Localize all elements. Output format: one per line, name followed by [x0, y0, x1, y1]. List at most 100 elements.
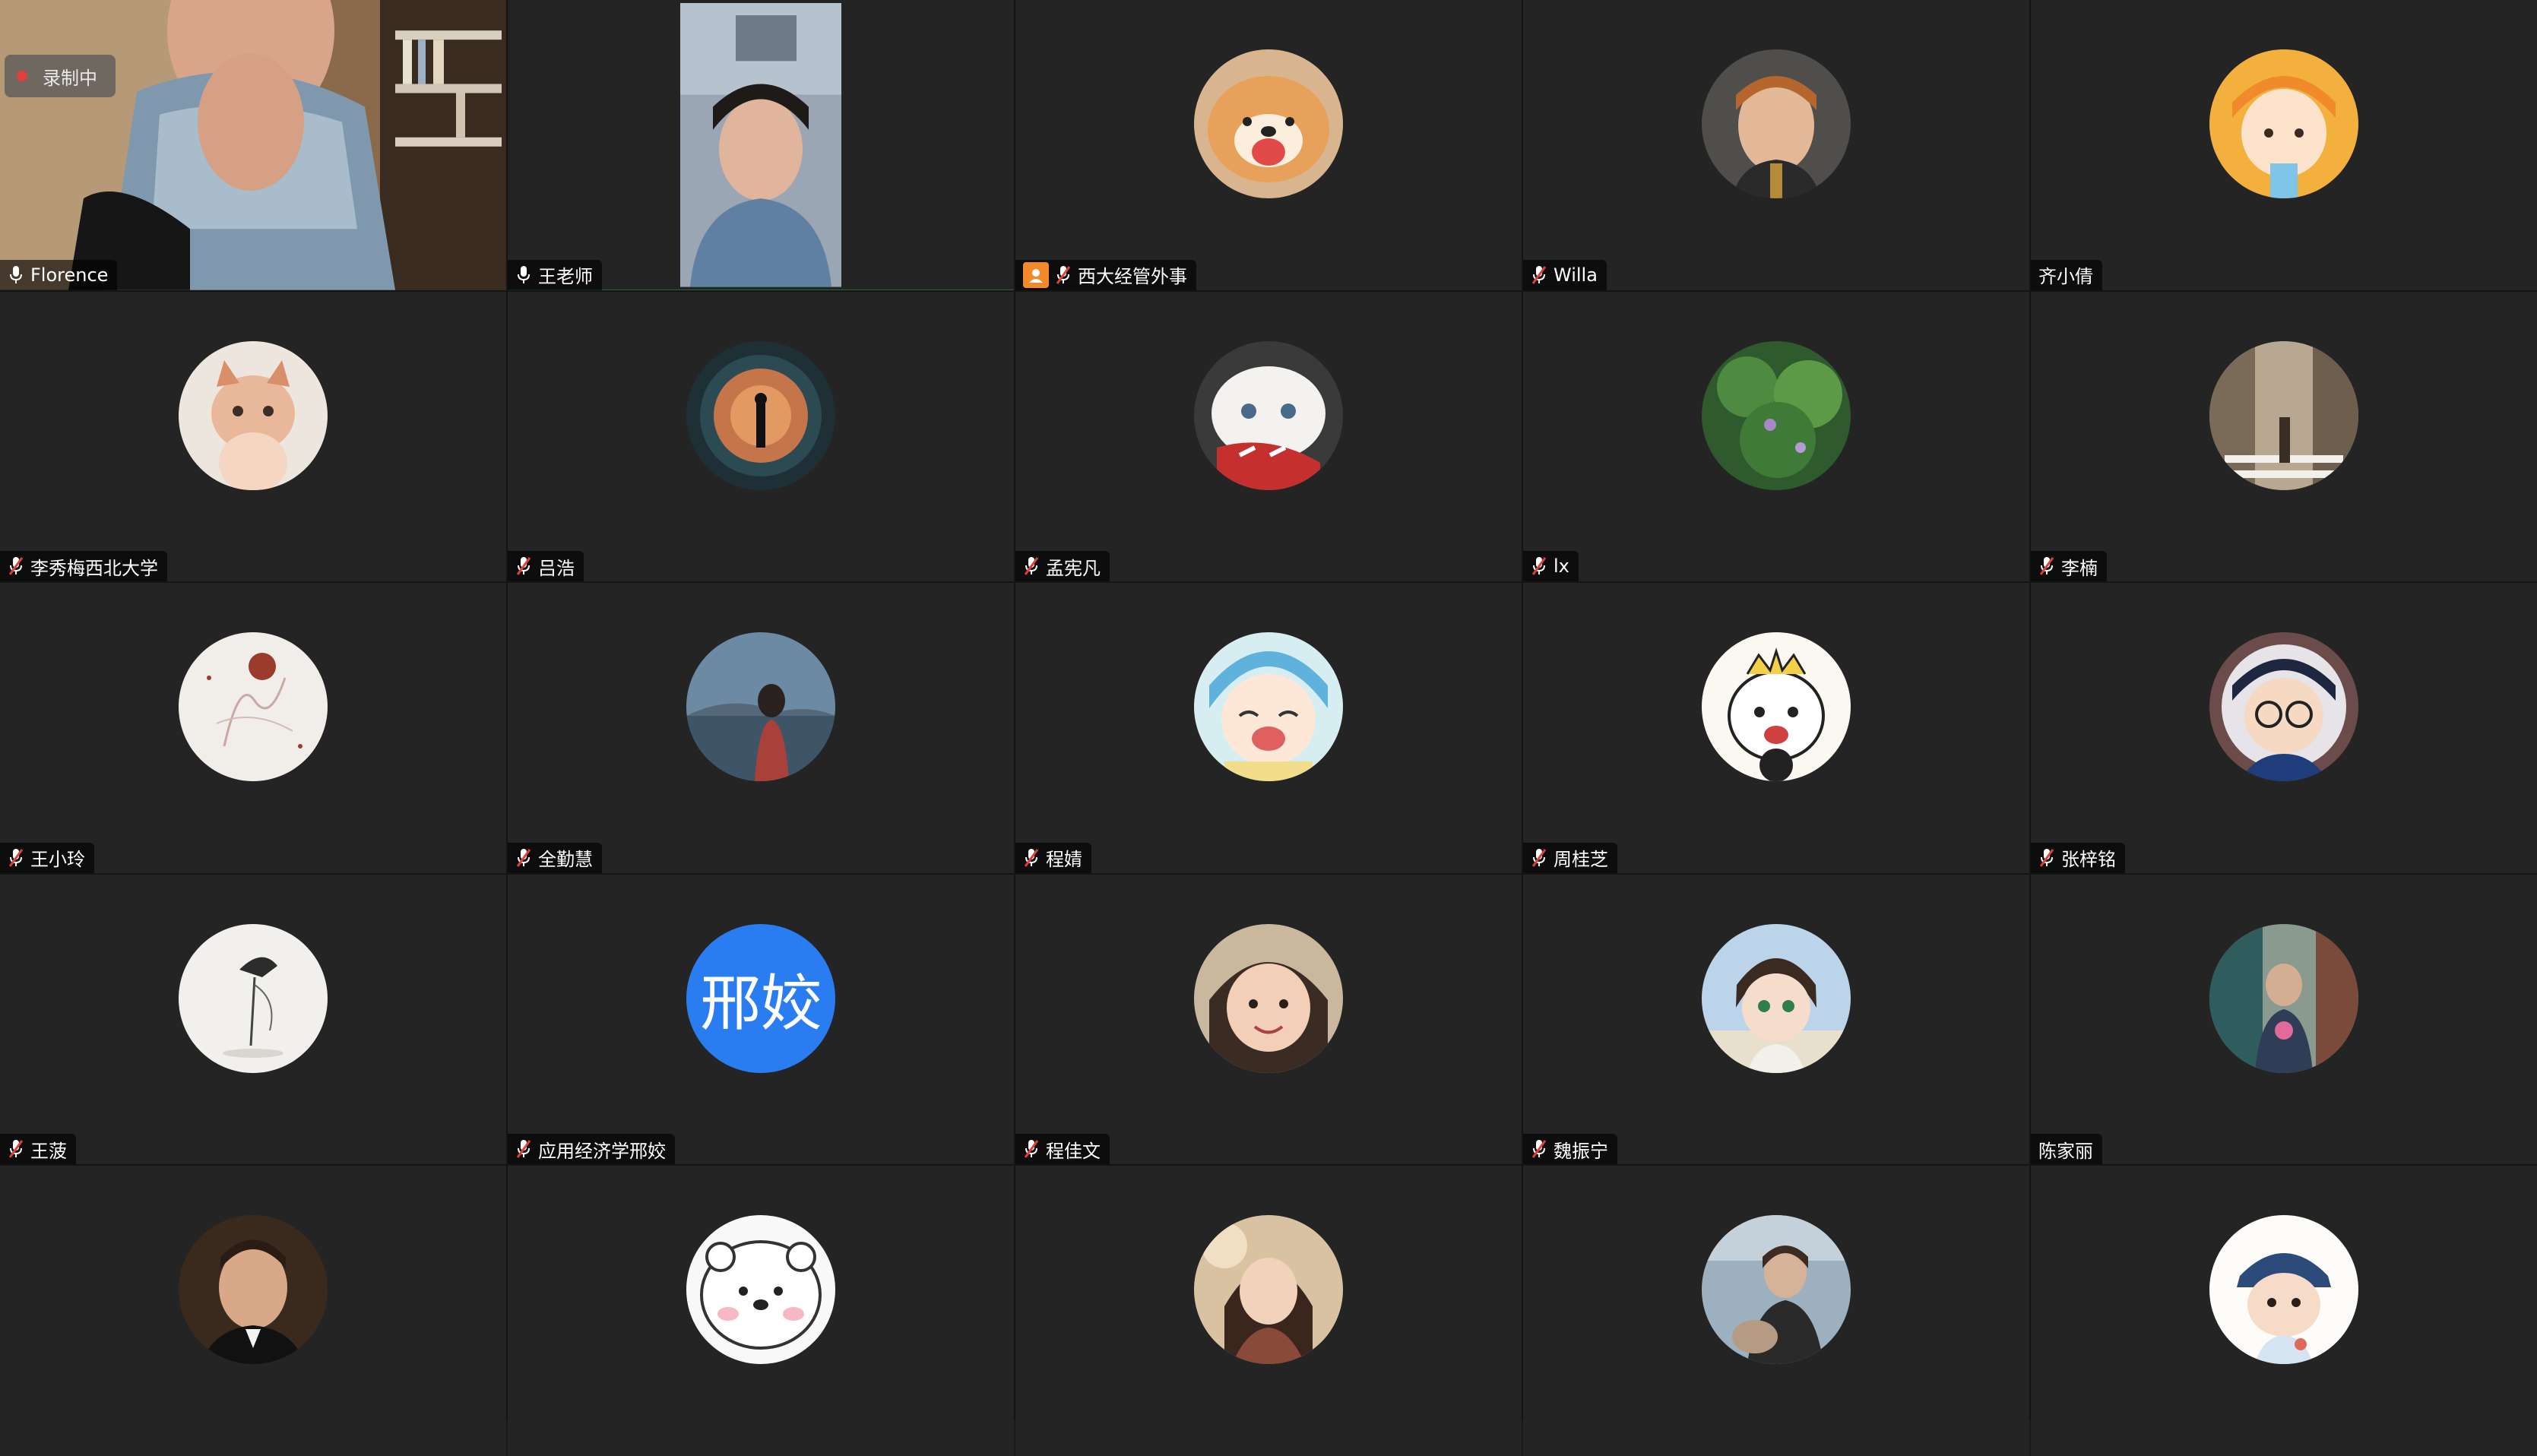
participant-name: 西大经管外事	[1078, 266, 1187, 288]
participant-tile[interactable]: 孟宪凡	[1015, 291, 1522, 582]
avatar	[686, 632, 835, 782]
participant-name: 李楠	[2061, 557, 2098, 579]
participant-tile[interactable]: 全勤慧	[508, 583, 1014, 873]
muted-microphone-icon	[516, 557, 531, 576]
muted-microphone-icon	[516, 848, 531, 867]
participant-tile[interactable]: 邢姣 应用经济学邢姣	[508, 874, 1014, 1165]
gallery-grid: 录制中 Florence 王老师 西大经管外事 Willa 齐小倩 李秀梅西北大…	[0, 0, 2537, 1456]
muted-microphone-icon	[1531, 265, 1547, 284]
participant-tile[interactable]	[2031, 1166, 2537, 1456]
participant-name-tag: 程婧	[1015, 842, 1091, 873]
participant-name-tag: lx	[1523, 551, 1579, 582]
participant-tile[interactable]	[1015, 1166, 1522, 1456]
avatar	[1702, 340, 1851, 490]
participant-tile-florence[interactable]: 录制中 Florence	[0, 0, 506, 290]
participant-name-tag: 王老师	[508, 259, 602, 290]
avatar-initials: 邢姣	[686, 923, 835, 1073]
microphone-icon	[518, 265, 530, 283]
participant-name-tag: 吕浩	[508, 551, 584, 582]
participant-name: 李秀梅西北大学	[30, 557, 158, 579]
participant-tile[interactable]: 周桂芝	[1523, 583, 2029, 873]
participant-tile[interactable]: Willa	[1523, 0, 2029, 290]
participant-name: 孟宪凡	[1046, 557, 1101, 579]
participant-tile[interactable]	[508, 1166, 1014, 1456]
avatar	[686, 340, 835, 490]
participant-tile[interactable]: 西大经管外事	[1015, 0, 1522, 290]
muted-microphone-icon	[1531, 1140, 1547, 1159]
recording-label: 录制中	[43, 67, 97, 89]
participant-name: 吕浩	[538, 557, 575, 579]
participant-name: 程婧	[1046, 849, 1082, 871]
participant-name: 周桂芝	[1554, 849, 1608, 871]
avatar	[686, 1215, 835, 1365]
avatar	[2209, 632, 2358, 782]
participant-tile[interactable]: 王小玲	[0, 583, 506, 873]
avatar	[1194, 49, 1343, 198]
muted-microphone-icon	[8, 557, 24, 576]
avatar	[2209, 49, 2358, 198]
recording-indicator[interactable]: 录制中	[5, 55, 116, 97]
muted-microphone-icon	[1024, 557, 1039, 576]
participant-name-tag: 周桂芝	[1523, 842, 1617, 873]
participant-name: 全勤慧	[538, 849, 593, 871]
avatar	[179, 1215, 328, 1365]
participant-tile[interactable]	[0, 1166, 506, 1456]
participant-name-tag: 王小玲	[0, 842, 94, 873]
avatar	[179, 340, 328, 490]
avatar	[1194, 923, 1343, 1073]
participant-name-tag: 全勤慧	[508, 842, 602, 873]
participant-tile[interactable]: 齐小倩	[2031, 0, 2537, 290]
participant-tile[interactable]: 陈家丽	[2031, 874, 2537, 1165]
participant-video	[508, 0, 1014, 290]
participant-name-tag: 齐小倩	[2031, 259, 2102, 290]
muted-microphone-icon	[516, 1140, 531, 1159]
participant-name-tag: 应用经济学邢姣	[508, 1134, 675, 1165]
participant-name-tag: 孟宪凡	[1015, 551, 1110, 582]
participant-name: 王小玲	[30, 849, 85, 871]
avatar	[1702, 923, 1851, 1073]
avatar	[1702, 49, 1851, 198]
avatar-initials-text: 邢姣	[700, 967, 822, 1039]
participant-name: 陈家丽	[2038, 1140, 2093, 1162]
participant-name: 魏振宁	[1554, 1140, 1608, 1162]
participant-name-tag: Florence	[0, 259, 118, 290]
avatar	[1702, 632, 1851, 782]
participant-tile[interactable]: 张梓铭	[2031, 583, 2537, 873]
participant-name-tag: 魏振宁	[1523, 1134, 1617, 1165]
participant-tile[interactable]: 魏振宁	[1523, 874, 2029, 1165]
participant-tile[interactable]: lx	[1523, 291, 2029, 582]
participant-tile-wang-laoshi[interactable]: 王老师	[508, 0, 1014, 290]
participant-video	[0, 0, 506, 290]
muted-microphone-icon	[1024, 1140, 1039, 1159]
participant-name: 齐小倩	[2038, 266, 2093, 288]
participant-name: 王老师	[538, 266, 593, 288]
participant-tile[interactable]: 程佳文	[1015, 874, 1522, 1165]
participant-name: 王菠	[30, 1140, 67, 1162]
participant-name: Willa	[1554, 264, 1598, 286]
participant-tile[interactable]	[1523, 1166, 2029, 1456]
participant-tile[interactable]: 程婧	[1015, 583, 1522, 873]
avatar	[2209, 340, 2358, 490]
avatar	[179, 923, 328, 1073]
participant-tile[interactable]: 王菠	[0, 874, 506, 1165]
participant-tile[interactable]: 李秀梅西北大学	[0, 291, 506, 582]
muted-microphone-icon	[8, 1140, 24, 1159]
muted-microphone-icon	[2039, 848, 2054, 867]
recording-dot-icon	[17, 71, 27, 81]
participant-name-tag: 李楠	[2031, 551, 2107, 582]
avatar	[179, 632, 328, 782]
participant-name: 张梓铭	[2061, 849, 2116, 871]
avatar	[1702, 1215, 1851, 1365]
muted-microphone-icon	[1024, 848, 1039, 867]
muted-microphone-icon	[2039, 557, 2054, 576]
participant-name-tag: 张梓铭	[2031, 842, 2125, 873]
participant-name: 应用经济学邢姣	[538, 1140, 666, 1162]
avatar	[2209, 923, 2358, 1073]
participant-tile[interactable]: 李楠	[2031, 291, 2537, 582]
participant-tile[interactable]: 吕浩	[508, 291, 1014, 582]
avatar	[1194, 1215, 1343, 1365]
avatar	[1194, 632, 1343, 782]
participant-name: lx	[1554, 555, 1569, 578]
participant-name-tag: 西大经管外事	[1015, 259, 1196, 290]
participant-name-tag: 李秀梅西北大学	[0, 551, 167, 582]
